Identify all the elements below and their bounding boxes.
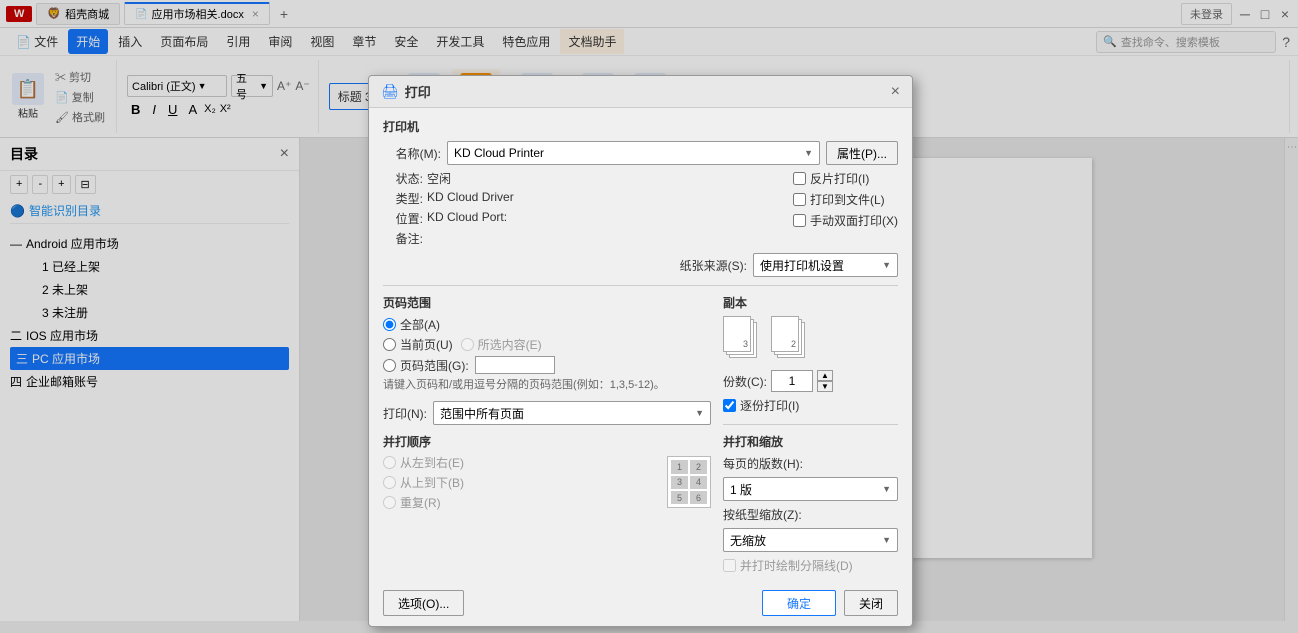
draw-sep-checkbox: 并打时绘制分隔线(D) (723, 557, 898, 574)
current-page-radio[interactable]: 当前页(U) (383, 336, 453, 353)
duplex-checkbox[interactable]: 手动双面打印(X) (793, 212, 898, 229)
type-value: KD Cloud Driver (427, 190, 514, 207)
printer-name-label: 名称(M): (383, 145, 441, 162)
dialog-footer: 选项(O)... 确定 关闭 (369, 584, 912, 626)
copy-stack-2: 2 (771, 316, 813, 364)
options-btn[interactable]: 选项(O)... (383, 590, 464, 616)
selection-radio[interactable]: 所选内容(E) (461, 336, 542, 353)
print-to-file-checkbox[interactable]: 打印到文件(L) (793, 191, 898, 208)
page-range-radio[interactable]: 页码范围(G): (383, 357, 469, 374)
scale-label: 按纸型缩放(Z): (723, 506, 802, 523)
print-select-label: 打印(N): (383, 405, 427, 422)
dialog-overlay: 🖨 打印 × 打印机 名称(M): KD Cloud Printer ▼ 属性(… (0, 0, 1298, 633)
collate-print-checkbox[interactable]: 逐份打印(I) (723, 397, 898, 414)
page-range-title: 页码范围 (383, 294, 711, 311)
dialog-titlebar: 🖨 打印 × (369, 76, 912, 108)
comment-label: 备注: (383, 230, 423, 247)
scale-arrow: ▼ (882, 535, 891, 545)
printer-select-arrow: ▼ (804, 148, 813, 158)
scale-title: 并打和缩放 (723, 433, 898, 450)
printer-checkboxes: 反片打印(I) 打印到文件(L) 手动双面打印(X) (793, 170, 898, 247)
collate-top-bottom[interactable]: 从上到下(B) (383, 474, 659, 491)
copy-stack-1: 3 (723, 316, 765, 364)
collate-repeat[interactable]: 重复(R) (383, 494, 659, 511)
copies-label: 份数(C): (723, 373, 767, 390)
location-label: 位置: (383, 210, 423, 227)
copies-increment-btn[interactable]: ▲ (817, 370, 833, 381)
copies-input[interactable] (771, 370, 813, 392)
cancel-btn[interactable]: 关闭 (844, 590, 898, 616)
copies-divider (723, 424, 898, 425)
per-page-label: 每页的版数(H): (723, 455, 803, 472)
collate-title: 并打顺序 (383, 433, 711, 450)
collate-grid-icon: 1 2 3 4 5 6 (667, 456, 711, 508)
section-divider (383, 285, 898, 286)
dialog-title-text: 打印 (405, 82, 431, 101)
page-range-input[interactable] (475, 356, 555, 374)
printer-dialog-icon: 🖨 (381, 83, 399, 100)
paper-source-label: 纸张来源(S): (680, 257, 747, 274)
printer-section-label: 打印机 (383, 118, 898, 135)
per-page-select[interactable]: 1 版 ▼ (723, 477, 898, 501)
printer-name-select[interactable]: KD Cloud Printer ▼ (447, 141, 820, 165)
status-value: 空闲 (427, 170, 451, 187)
copies-decrement-btn[interactable]: ▼ (817, 381, 833, 392)
ok-btn[interactable]: 确定 (762, 590, 836, 616)
per-page-arrow: ▼ (882, 484, 891, 494)
print-dialog: 🖨 打印 × 打印机 名称(M): KD Cloud Printer ▼ 属性(… (368, 75, 913, 627)
scale-select[interactable]: 无缩放 ▼ (723, 528, 898, 552)
dialog-close-btn[interactable]: × (891, 84, 900, 100)
page-range-hint: 请键入页码和/或用逗号分隔的页码范围(例如：1,3,5-12)。 (383, 378, 711, 393)
printer-props-btn[interactable]: 属性(P)... (826, 141, 898, 165)
copies-title: 副本 (723, 294, 898, 311)
paper-source-arrow: ▼ (882, 260, 891, 270)
all-pages-radio[interactable]: 全部(A) (383, 316, 711, 333)
location-value: KD Cloud Port: (427, 210, 507, 227)
print-select[interactable]: 范围中所有页面 ▼ (433, 401, 711, 425)
reverse-print-checkbox[interactable]: 反片打印(I) (793, 170, 898, 187)
paper-source-select[interactable]: 使用打印机设置 ▼ (753, 253, 898, 277)
status-label: 状态: (383, 170, 423, 187)
type-label: 类型: (383, 190, 423, 207)
dialog-body: 打印机 名称(M): KD Cloud Printer ▼ 属性(P)... 状… (369, 108, 912, 584)
print-select-arrow: ▼ (695, 408, 704, 418)
collate-left-right[interactable]: 从左到右(E) (383, 454, 659, 471)
